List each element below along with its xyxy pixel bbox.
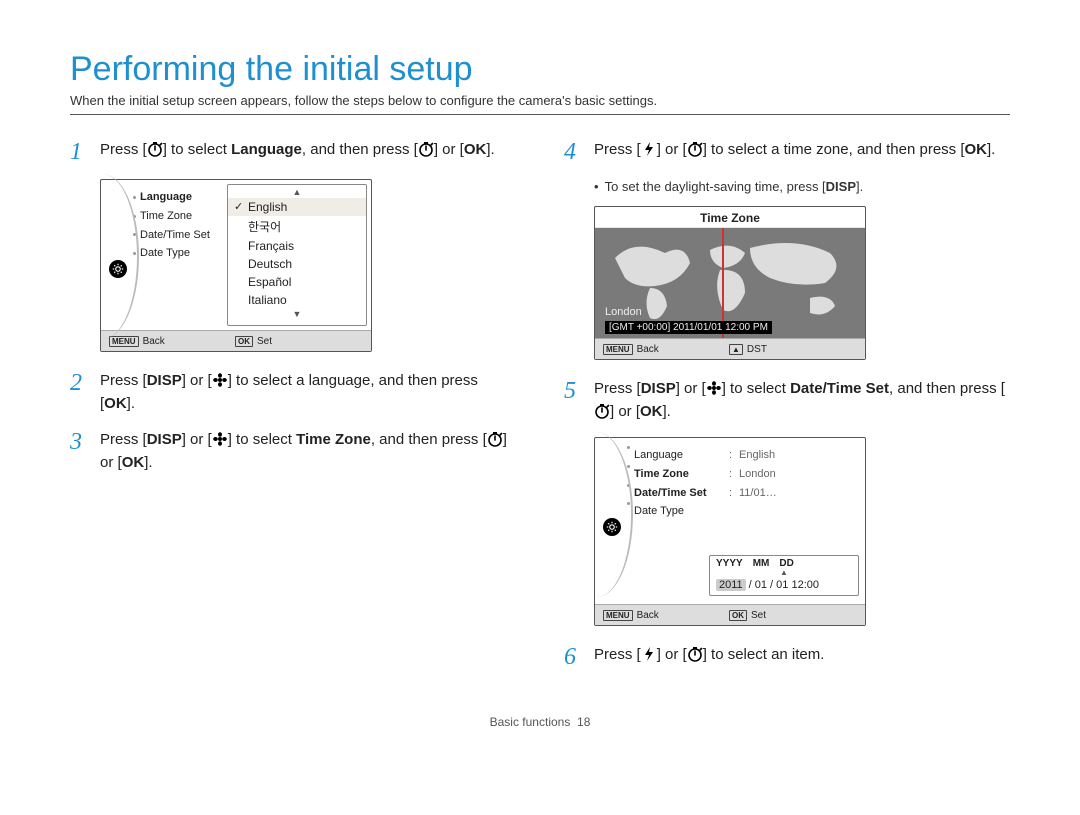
flash-icon	[641, 646, 657, 662]
table-row: Date/Time Set:11/01…	[605, 484, 865, 503]
step-number: 5	[564, 378, 580, 423]
timer-icon	[687, 141, 703, 157]
language-options: ▲ English 한국어 Français Deutsch Español I…	[227, 184, 367, 326]
table-row: Language:English	[605, 446, 865, 465]
ok-icon: OK	[729, 610, 747, 621]
lcd-datetime: Language:English Time Zone:London Date/T…	[594, 437, 866, 626]
disp-icon: DISP	[641, 380, 676, 397]
step-text: Press [DISP] or [] to select a language,…	[100, 370, 516, 415]
date-editor: YYYY MM DD ▲ 2011 / 01 / 01 12:00	[709, 555, 859, 596]
lcd-status-bar: MENUBack OKSet	[595, 604, 865, 625]
timer-icon	[487, 431, 503, 447]
step-1: 1 Press [] to select Language, and then …	[70, 139, 516, 165]
timer-icon	[418, 141, 434, 157]
lcd-status-bar: MENUBack OKSet	[101, 330, 371, 351]
step-number: 1	[70, 139, 86, 165]
step-number: 3	[70, 429, 86, 474]
note: To set the daylight-saving time, press […	[594, 179, 1010, 194]
option: 한국어	[228, 216, 366, 237]
disp-icon: DISP	[147, 431, 182, 448]
option: Italiano	[228, 291, 366, 309]
step-3: 3 Press [DISP] or [] to select Time Zone…	[70, 429, 516, 474]
chevron-up-icon: ▲	[710, 569, 858, 577]
flash-icon	[641, 141, 657, 157]
page-title: Performing the initial setup	[70, 50, 1010, 89]
option-selected: English	[228, 198, 366, 216]
step-4: 4 Press [] or [] to select a time zone, …	[564, 139, 1010, 165]
up-icon: ▲	[729, 344, 743, 355]
chevron-down-icon: ▼	[228, 309, 366, 320]
step-number: 2	[70, 370, 86, 415]
step-6: 6 Press [] or [] to select an item.	[564, 644, 1010, 670]
step-5: 5 Press [DISP] or [] to select Date/Time…	[564, 378, 1010, 423]
step-2: 2 Press [DISP] or [] to select a languag…	[70, 370, 516, 415]
step-number: 6	[564, 644, 580, 670]
ok-icon: OK	[122, 454, 145, 471]
page-footer: Basic functions 18	[70, 715, 1010, 729]
flower-icon	[706, 380, 722, 396]
ok-icon: OK	[640, 403, 663, 420]
menu-icon: MENU	[603, 610, 633, 621]
flower-icon	[212, 372, 228, 388]
datetime-label: [GMT +00:00] 2011/01/01 12:00 PM	[605, 321, 772, 334]
disp-icon: DISP	[147, 372, 182, 389]
lcd-timezone: Time Zone London [GMT +00:00] 2011/01/01…	[594, 206, 866, 360]
ok-icon: OK	[235, 336, 253, 347]
ok-icon: OK	[965, 141, 988, 158]
step-text: Press [DISP] or [] to select Time Zone, …	[100, 429, 516, 474]
disp-icon: DISP	[826, 179, 856, 194]
lcd-language: Language Time Zone Date/Time Set Date Ty…	[100, 179, 372, 352]
option: Español	[228, 273, 366, 291]
timer-icon	[594, 403, 610, 419]
ok-icon: OK	[464, 141, 487, 158]
menu-icon: MENU	[603, 344, 633, 355]
world-map: London [GMT +00:00] 2011/01/01 12:00 PM	[595, 228, 865, 338]
flower-icon	[212, 431, 228, 447]
page-subtitle: When the initial setup screen appears, f…	[70, 93, 1010, 108]
table-row: Time Zone:London	[605, 465, 865, 484]
chevron-up-icon: ▲	[228, 187, 366, 198]
step-number: 4	[564, 139, 580, 165]
lcd-title: Time Zone	[595, 207, 865, 228]
option: Français	[228, 237, 366, 255]
table-row: Date Type	[605, 502, 865, 521]
ok-icon: OK	[104, 395, 127, 412]
step-text: Press [] or [] to select a time zone, an…	[594, 139, 1010, 165]
timer-icon	[687, 646, 703, 662]
step-text: Press [] to select Language, and then pr…	[100, 139, 516, 165]
year-selected: 2011	[716, 579, 746, 591]
option: Deutsch	[228, 255, 366, 273]
city-label: London	[605, 306, 642, 318]
rule	[70, 114, 1010, 115]
menu-icon: MENU	[109, 336, 139, 347]
step-text: Press [] or [] to select an item.	[594, 644, 1010, 670]
lcd-status-bar: MENUBack ▲DST	[595, 338, 865, 359]
step-text: Press [DISP] or [] to select Date/Time S…	[594, 378, 1010, 423]
timer-icon	[147, 141, 163, 157]
